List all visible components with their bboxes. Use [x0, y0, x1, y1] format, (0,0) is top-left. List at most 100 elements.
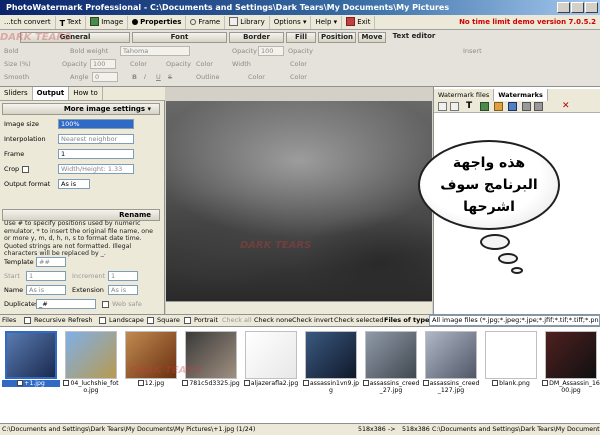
group-general[interactable]: General: [20, 32, 130, 43]
angle-input[interactable]: 0: [92, 72, 118, 82]
opacity-input[interactable]: 100: [90, 59, 116, 69]
folder-icon[interactable]: [494, 102, 503, 111]
thumbnail-image: [545, 331, 597, 379]
template-input[interactable]: ##: [36, 257, 66, 267]
thumbnail-caption: assassin1vn9.jpg: [302, 380, 360, 394]
thumbnail-item[interactable]: assassin1vn9.jpg: [302, 331, 360, 394]
outline-label[interactable]: Outline: [196, 71, 220, 83]
interpolation-select[interactable]: Nearest neighbor: [58, 134, 134, 144]
thumbnail-checkbox[interactable]: [243, 380, 250, 386]
thumbnail-checkbox[interactable]: [17, 380, 24, 386]
thumbnail-item[interactable]: 04_luchshie_foto.jpg: [62, 331, 120, 394]
square-checkbox[interactable]: [147, 317, 154, 324]
thumbnail-item[interactable]: 12.jpg: [122, 331, 180, 387]
options-menu[interactable]: Options ▾: [270, 15, 312, 29]
underline-button[interactable]: U: [156, 71, 161, 83]
insert-button[interactable]: Insert: [463, 45, 482, 57]
save-icon[interactable]: [508, 102, 517, 111]
check-none-button[interactable]: Check none: [254, 315, 292, 326]
frame-tool[interactable]: Frame: [186, 15, 226, 29]
extension-select[interactable]: As is: [108, 285, 138, 295]
thumbnail-checkbox[interactable]: [182, 380, 189, 386]
group-fill[interactable]: Fill: [286, 32, 316, 43]
bold-button[interactable]: B: [132, 71, 137, 83]
increment-input[interactable]: 1: [108, 271, 138, 281]
file-type-select[interactable]: All image files (*.jpg;*.jpeg;*.jpe;*.jf…: [429, 315, 600, 326]
strikeout-button[interactable]: S: [168, 71, 172, 83]
font-name-select[interactable]: Tahoma: [120, 46, 190, 56]
thumbnail-checkbox[interactable]: [63, 380, 70, 386]
text-tool[interactable]: T Text: [56, 15, 87, 29]
recursive-checkbox[interactable]: [24, 317, 31, 324]
border-color-label[interactable]: Color: [196, 58, 213, 70]
thumbnail-image: [185, 331, 237, 379]
add-text-icon[interactable]: T: [466, 102, 475, 111]
check-selected-button[interactable]: Check selected: [334, 315, 384, 326]
group-font[interactable]: Font: [132, 32, 227, 43]
group-move[interactable]: Move: [358, 32, 386, 43]
check-invert-button[interactable]: Check invert: [292, 315, 333, 326]
close-button[interactable]: [585, 2, 598, 13]
delete-icon[interactable]: ✕: [562, 102, 571, 111]
landscape-checkbox[interactable]: [99, 317, 106, 324]
thumbnail-checkbox[interactable]: [362, 380, 369, 386]
thumbnail-item[interactable]: aljazerafla2.jpg: [242, 331, 300, 387]
fill-color-label[interactable]: Color: [290, 58, 307, 70]
minimize-button[interactable]: [557, 2, 570, 13]
batch-convert-button[interactable]: ...tch convert: [0, 15, 56, 29]
italic-button[interactable]: I: [144, 71, 146, 83]
portrait-checkbox[interactable]: [184, 317, 191, 324]
refresh-button[interactable]: Refresh: [68, 315, 93, 326]
thumbnail-item[interactable]: +1.jpg: [2, 331, 60, 387]
group-border[interactable]: Border: [229, 32, 284, 43]
recursive-label[interactable]: Recursive: [34, 315, 66, 326]
thumbnail-checkbox[interactable]: [302, 380, 309, 386]
border-opacity-input[interactable]: 100: [258, 46, 284, 56]
thumbnail-item[interactable]: blank.png: [482, 331, 540, 387]
thumbnail-checkbox[interactable]: [422, 380, 429, 386]
check-all-button[interactable]: Check all: [222, 315, 252, 326]
properties-tool[interactable]: Properties: [128, 15, 187, 29]
duplicates-input[interactable]: _#: [36, 299, 96, 309]
fill-color2-label[interactable]: Color: [290, 71, 307, 83]
help-menu[interactable]: Help ▾: [311, 15, 343, 29]
thumbnail-checkbox[interactable]: [492, 380, 499, 386]
group-position[interactable]: Position: [318, 32, 356, 43]
frame-select[interactable]: 1: [58, 149, 134, 159]
image-preview[interactable]: [166, 101, 432, 301]
annotation-text: هذه واجهة البرنامج سوف اشرحها: [430, 152, 548, 218]
font-color-label[interactable]: Color: [130, 58, 147, 70]
tab-sliders[interactable]: Sliders: [0, 87, 33, 100]
thumbnail-checkbox[interactable]: [137, 380, 144, 386]
output-format-select[interactable]: As is: [58, 179, 90, 189]
square-label[interactable]: Square: [157, 315, 180, 326]
new-watermark-icon[interactable]: [438, 102, 447, 111]
maximize-button[interactable]: [571, 2, 584, 13]
crop-checkbox[interactable]: [22, 166, 29, 173]
thumbnail-item[interactable]: assassins_creed_27.jpg: [362, 331, 420, 394]
image-size-input[interactable]: 100%: [58, 119, 134, 129]
start-input[interactable]: 1: [26, 271, 66, 281]
more-image-settings-header[interactable]: More image settings ▾: [2, 103, 160, 115]
web-safe-checkbox[interactable]: [102, 301, 109, 308]
exit-button[interactable]: Exit: [342, 15, 376, 29]
thumbnail-checkbox[interactable]: [542, 380, 549, 386]
tab-how-to[interactable]: How to: [69, 87, 103, 100]
library-tool[interactable]: Library: [225, 15, 270, 29]
add-image-icon[interactable]: [480, 102, 489, 111]
up-icon[interactable]: [522, 102, 531, 111]
thumbnail-item[interactable]: DM_Assassin_1600.jpg: [542, 331, 600, 394]
group-text-editor[interactable]: Text editor: [388, 32, 440, 43]
tab-output[interactable]: Output: [32, 87, 70, 100]
down-icon[interactable]: [534, 102, 543, 111]
thumbnail-item[interactable]: assassins_creed_127.jpg: [422, 331, 480, 394]
outline-color-label[interactable]: Color: [248, 71, 265, 83]
portrait-label[interactable]: Portrait: [194, 315, 218, 326]
thumbnail-item[interactable]: 781c5d3325.jpg: [182, 331, 240, 387]
copy-icon[interactable]: [450, 102, 459, 111]
name-select[interactable]: As is: [26, 285, 66, 295]
crop-ratio-select[interactable]: Width/Height: 1.33: [58, 164, 134, 174]
preview-scrollbar[interactable]: [166, 301, 432, 314]
image-tool[interactable]: Image: [86, 15, 129, 29]
landscape-label[interactable]: Landscape: [109, 315, 144, 326]
